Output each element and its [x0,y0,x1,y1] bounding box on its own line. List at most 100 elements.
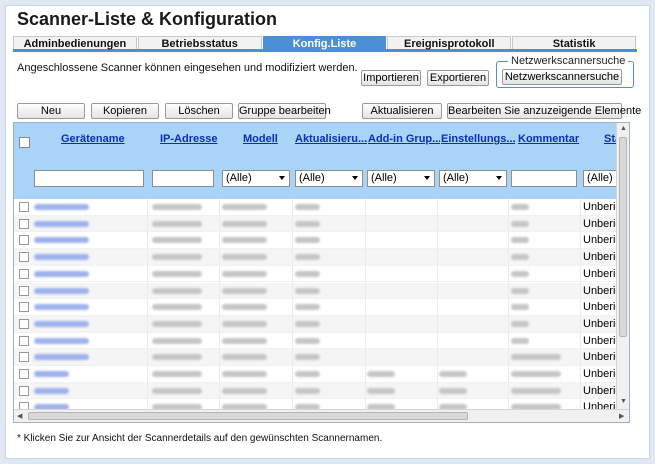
redacted-cell [439,371,467,377]
row-checkbox[interactable] [19,318,29,329]
redacted-cell [295,337,320,344]
table-row[interactable]: Unberich [14,333,627,350]
redacted-cell [152,354,202,361]
tab-konfig-liste[interactable]: Konfig.Liste [262,36,387,50]
col-ip-adresse[interactable]: IP-Adresse [160,133,224,145]
col-geraetename[interactable]: Gerätename [61,133,141,145]
table-row[interactable]: Unberich [14,249,627,266]
filter-ip-adresse[interactable] [152,170,214,187]
filter-einstellungen[interactable]: (Alle) [439,170,507,187]
table-row[interactable]: Unberich [14,232,627,250]
new-button[interactable]: Neu [17,103,85,119]
device-name-link[interactable] [34,354,89,361]
page-description: Angeschlossene Scanner können eingesehen… [17,62,358,74]
table-row[interactable]: Unberich [14,382,627,400]
redacted-cell [511,337,529,344]
redacted-cell [152,237,202,244]
refresh-button[interactable]: Aktualisieren [362,103,442,119]
redacted-cell [152,320,202,327]
scroll-down-icon[interactable]: ▼ [620,398,627,405]
select-all-checkbox[interactable] [19,137,30,148]
horizontal-scrollbar[interactable]: ◀ ▶ [14,409,629,422]
table-row[interactable]: Unberich [14,366,627,383]
filter-geraetename[interactable] [34,170,144,187]
redacted-cell [295,220,320,227]
table-row[interactable]: Unberich [14,299,627,316]
row-checkbox[interactable] [19,285,29,296]
device-name-link[interactable] [34,270,89,277]
redacted-cell [222,304,267,311]
redacted-cell [511,237,529,244]
col-einstellungen[interactable]: Einstellungs... [441,133,515,145]
row-checkbox[interactable] [19,352,29,363]
device-name-link[interactable] [34,387,69,394]
col-modell[interactable]: Modell [243,133,283,145]
device-name-link[interactable] [34,304,89,311]
scroll-left-icon[interactable]: ◀ [17,412,22,420]
redacted-cell [295,320,320,327]
tab-ereignisprotokoll[interactable]: Ereignisprotokoll [387,36,512,50]
filter-aktualisierung[interactable]: (Alle) [295,170,363,187]
row-checkbox[interactable] [19,235,29,246]
table-row[interactable]: Unberich [14,315,627,333]
tab-statistik[interactable]: Statistik [512,36,636,50]
table-row[interactable]: Unberich [14,266,627,283]
column-divider [219,199,220,409]
table-row[interactable]: Unberich [14,199,627,216]
row-checkbox[interactable] [19,218,29,229]
row-checkbox[interactable] [19,268,29,279]
device-name-link[interactable] [34,320,89,327]
device-name-link[interactable] [34,287,89,294]
network-search-legend: Netzwerkscannersuche [508,55,629,67]
table-row[interactable]: Unberich [14,349,627,366]
col-addin-gruppe[interactable]: Add-in Grup... [368,133,440,145]
row-checkbox[interactable] [19,252,29,263]
import-button[interactable]: Importieren [361,70,421,86]
network-search-button[interactable]: Netzwerkscannersuche [502,69,622,85]
edit-columns-button[interactable]: Bearbeiten Sie anzuzeigende Elemente [447,103,641,119]
row-checkbox[interactable] [19,335,29,346]
table-row[interactable]: Unberich [14,215,627,233]
edit-group-button[interactable]: Gruppe bearbeiten [238,103,331,119]
row-checkbox[interactable] [19,385,29,396]
redacted-cell [152,220,202,227]
column-divider [365,199,366,409]
redacted-cell [152,337,202,344]
redacted-cell [152,270,202,277]
redacted-cell [367,371,395,377]
tab-adminbedienungen[interactable]: Adminbedienungen [13,36,137,50]
table-row[interactable]: Unberich [14,282,627,300]
column-divider [580,199,581,409]
filter-einstellungen-value: (Alle) [443,172,469,184]
delete-button[interactable]: Löschen [165,103,233,119]
filter-kommentar[interactable] [511,170,577,187]
copy-button[interactable]: Kopieren [91,103,159,119]
col-aktualisierung[interactable]: Aktualisieru... [295,133,367,145]
scroll-right-icon[interactable]: ▶ [619,412,624,420]
row-checkbox[interactable] [19,369,29,379]
vertical-scroll-thumb[interactable] [619,137,627,337]
device-name-link[interactable] [34,237,89,244]
redacted-cell [295,354,320,361]
row-checkbox[interactable] [19,302,29,313]
horizontal-scroll-thumb[interactable] [28,412,468,420]
col-kommentar[interactable]: Kommentar [518,133,580,145]
device-name-link[interactable] [34,220,89,227]
row-checkbox[interactable] [19,202,29,212]
chevron-down-icon [496,176,502,180]
redacted-cell [222,320,267,327]
vertical-scrollbar[interactable]: ▲ ▼ [616,123,629,410]
filter-modell[interactable]: (Alle) [222,170,290,187]
scroll-up-icon[interactable]: ▲ [620,125,627,132]
tab-betriebsstatus[interactable]: Betriebsstatus [137,36,262,50]
device-name-link[interactable] [34,254,89,261]
filter-addin-gruppe[interactable]: (Alle) [367,170,435,187]
device-name-link[interactable] [34,337,89,344]
export-button[interactable]: Exportieren [427,70,489,86]
device-name-link[interactable] [34,204,89,210]
device-name-link[interactable] [34,371,69,377]
redacted-cell [152,304,202,311]
redacted-cell [152,287,202,294]
redacted-cell [511,287,529,294]
redacted-cell [152,387,202,394]
